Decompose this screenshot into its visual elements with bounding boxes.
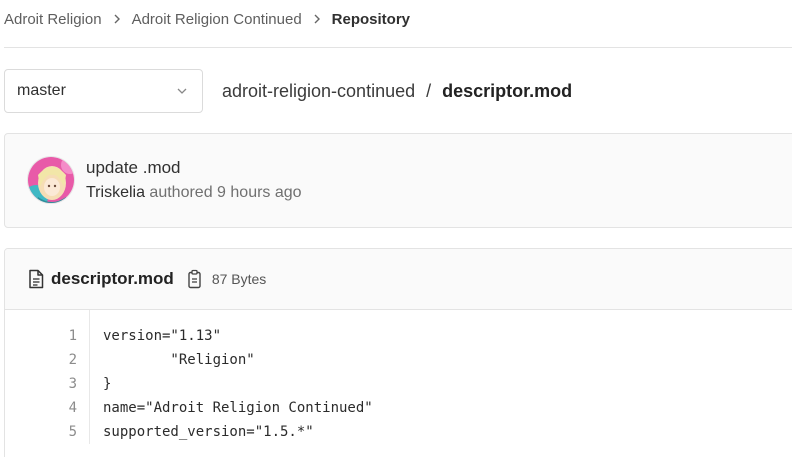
copy-to-clipboard-icon[interactable] xyxy=(186,269,204,289)
file-size: 87 Bytes xyxy=(211,271,267,287)
header-divider xyxy=(4,47,792,48)
commit-action: authored xyxy=(149,184,213,201)
code-line: version="1.13" xyxy=(103,328,222,344)
code-line: } xyxy=(103,376,112,392)
breadcrumb-item-adroit-religion[interactable]: Adroit Religion xyxy=(4,11,102,28)
line-number[interactable]: 1 xyxy=(5,324,77,348)
line-number[interactable]: 3 xyxy=(5,372,77,396)
code-line: supported_version="1.5.*" xyxy=(103,424,314,440)
code-line: "Religion" xyxy=(103,352,255,368)
file-viewer: descriptor.mod 87 Bytes 1 2 3 4 5 versio… xyxy=(4,248,792,457)
breadcrumb-item-repository[interactable]: Repository xyxy=(332,11,410,28)
branch-selector[interactable]: master xyxy=(4,69,203,113)
file-name: descriptor.mod xyxy=(51,269,174,288)
line-number[interactable]: 4 xyxy=(5,396,77,420)
avatar[interactable] xyxy=(27,156,75,204)
last-commit-panel: update .mod Triskelia authored 9 hours a… xyxy=(4,133,792,228)
file-header: descriptor.mod 87 Bytes xyxy=(5,249,792,310)
chevron-right-icon xyxy=(112,14,122,24)
line-number-gutter: 1 2 3 4 5 xyxy=(5,310,90,444)
file-path: adroit-religion-continued / descriptor.m… xyxy=(222,69,572,113)
chevron-down-icon xyxy=(177,88,187,94)
file-path-filename: descriptor.mod xyxy=(442,80,573,101)
commit-author[interactable]: Triskelia xyxy=(86,184,145,201)
commit-time: 9 hours ago xyxy=(217,184,302,201)
file-path-separator: / xyxy=(426,80,432,101)
code-view: 1 2 3 4 5 version="1.13" "Religion" } na… xyxy=(5,310,792,444)
breadcrumb-item-adroit-religion-continued[interactable]: Adroit Religion Continued xyxy=(132,11,302,28)
code-lines: version="1.13" "Religion" } name="Adroit… xyxy=(90,310,373,444)
line-number[interactable]: 2 xyxy=(5,348,77,372)
branch-selector-value: master xyxy=(17,82,66,99)
commit-meta: Triskelia authored 9 hours ago xyxy=(86,184,302,202)
code-line: name="Adroit Religion Continued" xyxy=(103,400,373,416)
file-text-icon xyxy=(29,269,44,289)
commit-title[interactable]: update .mod xyxy=(86,158,181,178)
file-path-directory[interactable]: adroit-religion-continued xyxy=(222,81,415,102)
line-number[interactable]: 5 xyxy=(5,420,77,444)
chevron-right-icon xyxy=(312,14,322,24)
breadcrumb: Adroit Religion Adroit Religion Continue… xyxy=(4,0,410,38)
